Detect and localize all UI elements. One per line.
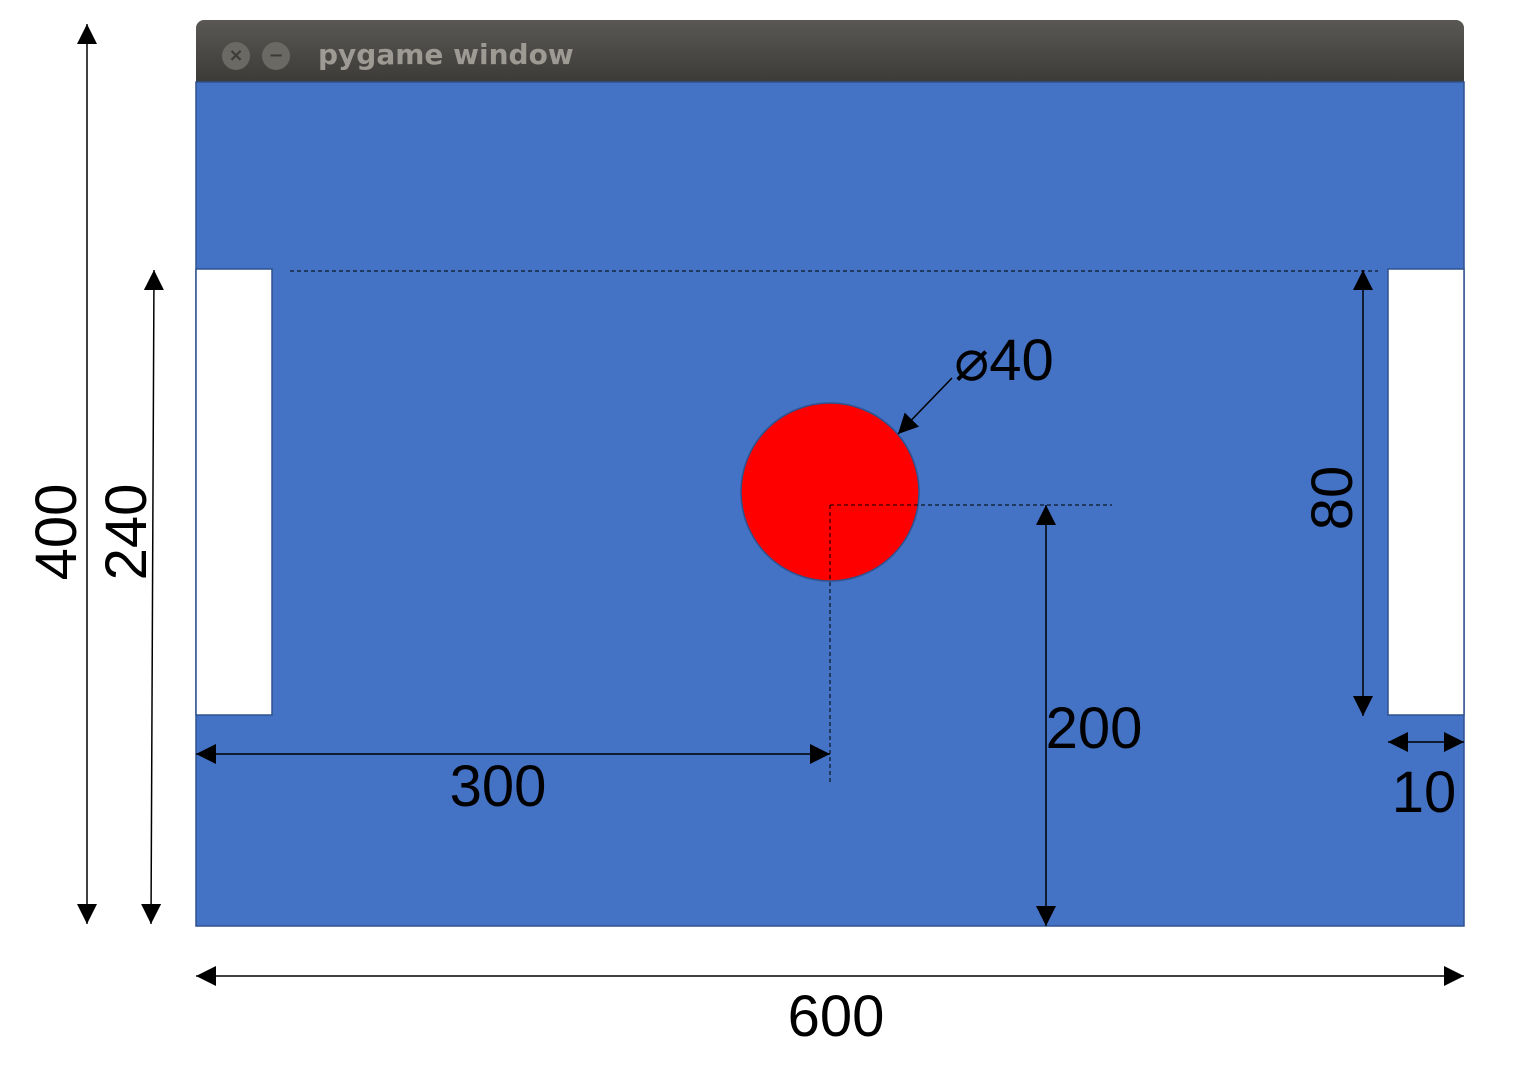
left-paddle xyxy=(195,268,273,716)
dim-label-80: 80 xyxy=(1300,466,1365,531)
right-paddle xyxy=(1387,268,1465,716)
dim-label-10: 10 xyxy=(1392,760,1457,825)
height-240-arrow xyxy=(141,269,164,925)
dim-label-240: 240 xyxy=(94,484,159,581)
dim-label-200: 200 xyxy=(1046,696,1143,761)
dim-label-300: 300 xyxy=(450,754,547,819)
dim-label-600: 600 xyxy=(788,984,885,1049)
dim-label-400: 400 xyxy=(24,484,89,581)
dim-label-ball-diameter: ⌀40 xyxy=(954,328,1053,393)
diagram-canvas: 400 240 600 300 200 80 10 ⌀40 xyxy=(24,23,1465,1049)
